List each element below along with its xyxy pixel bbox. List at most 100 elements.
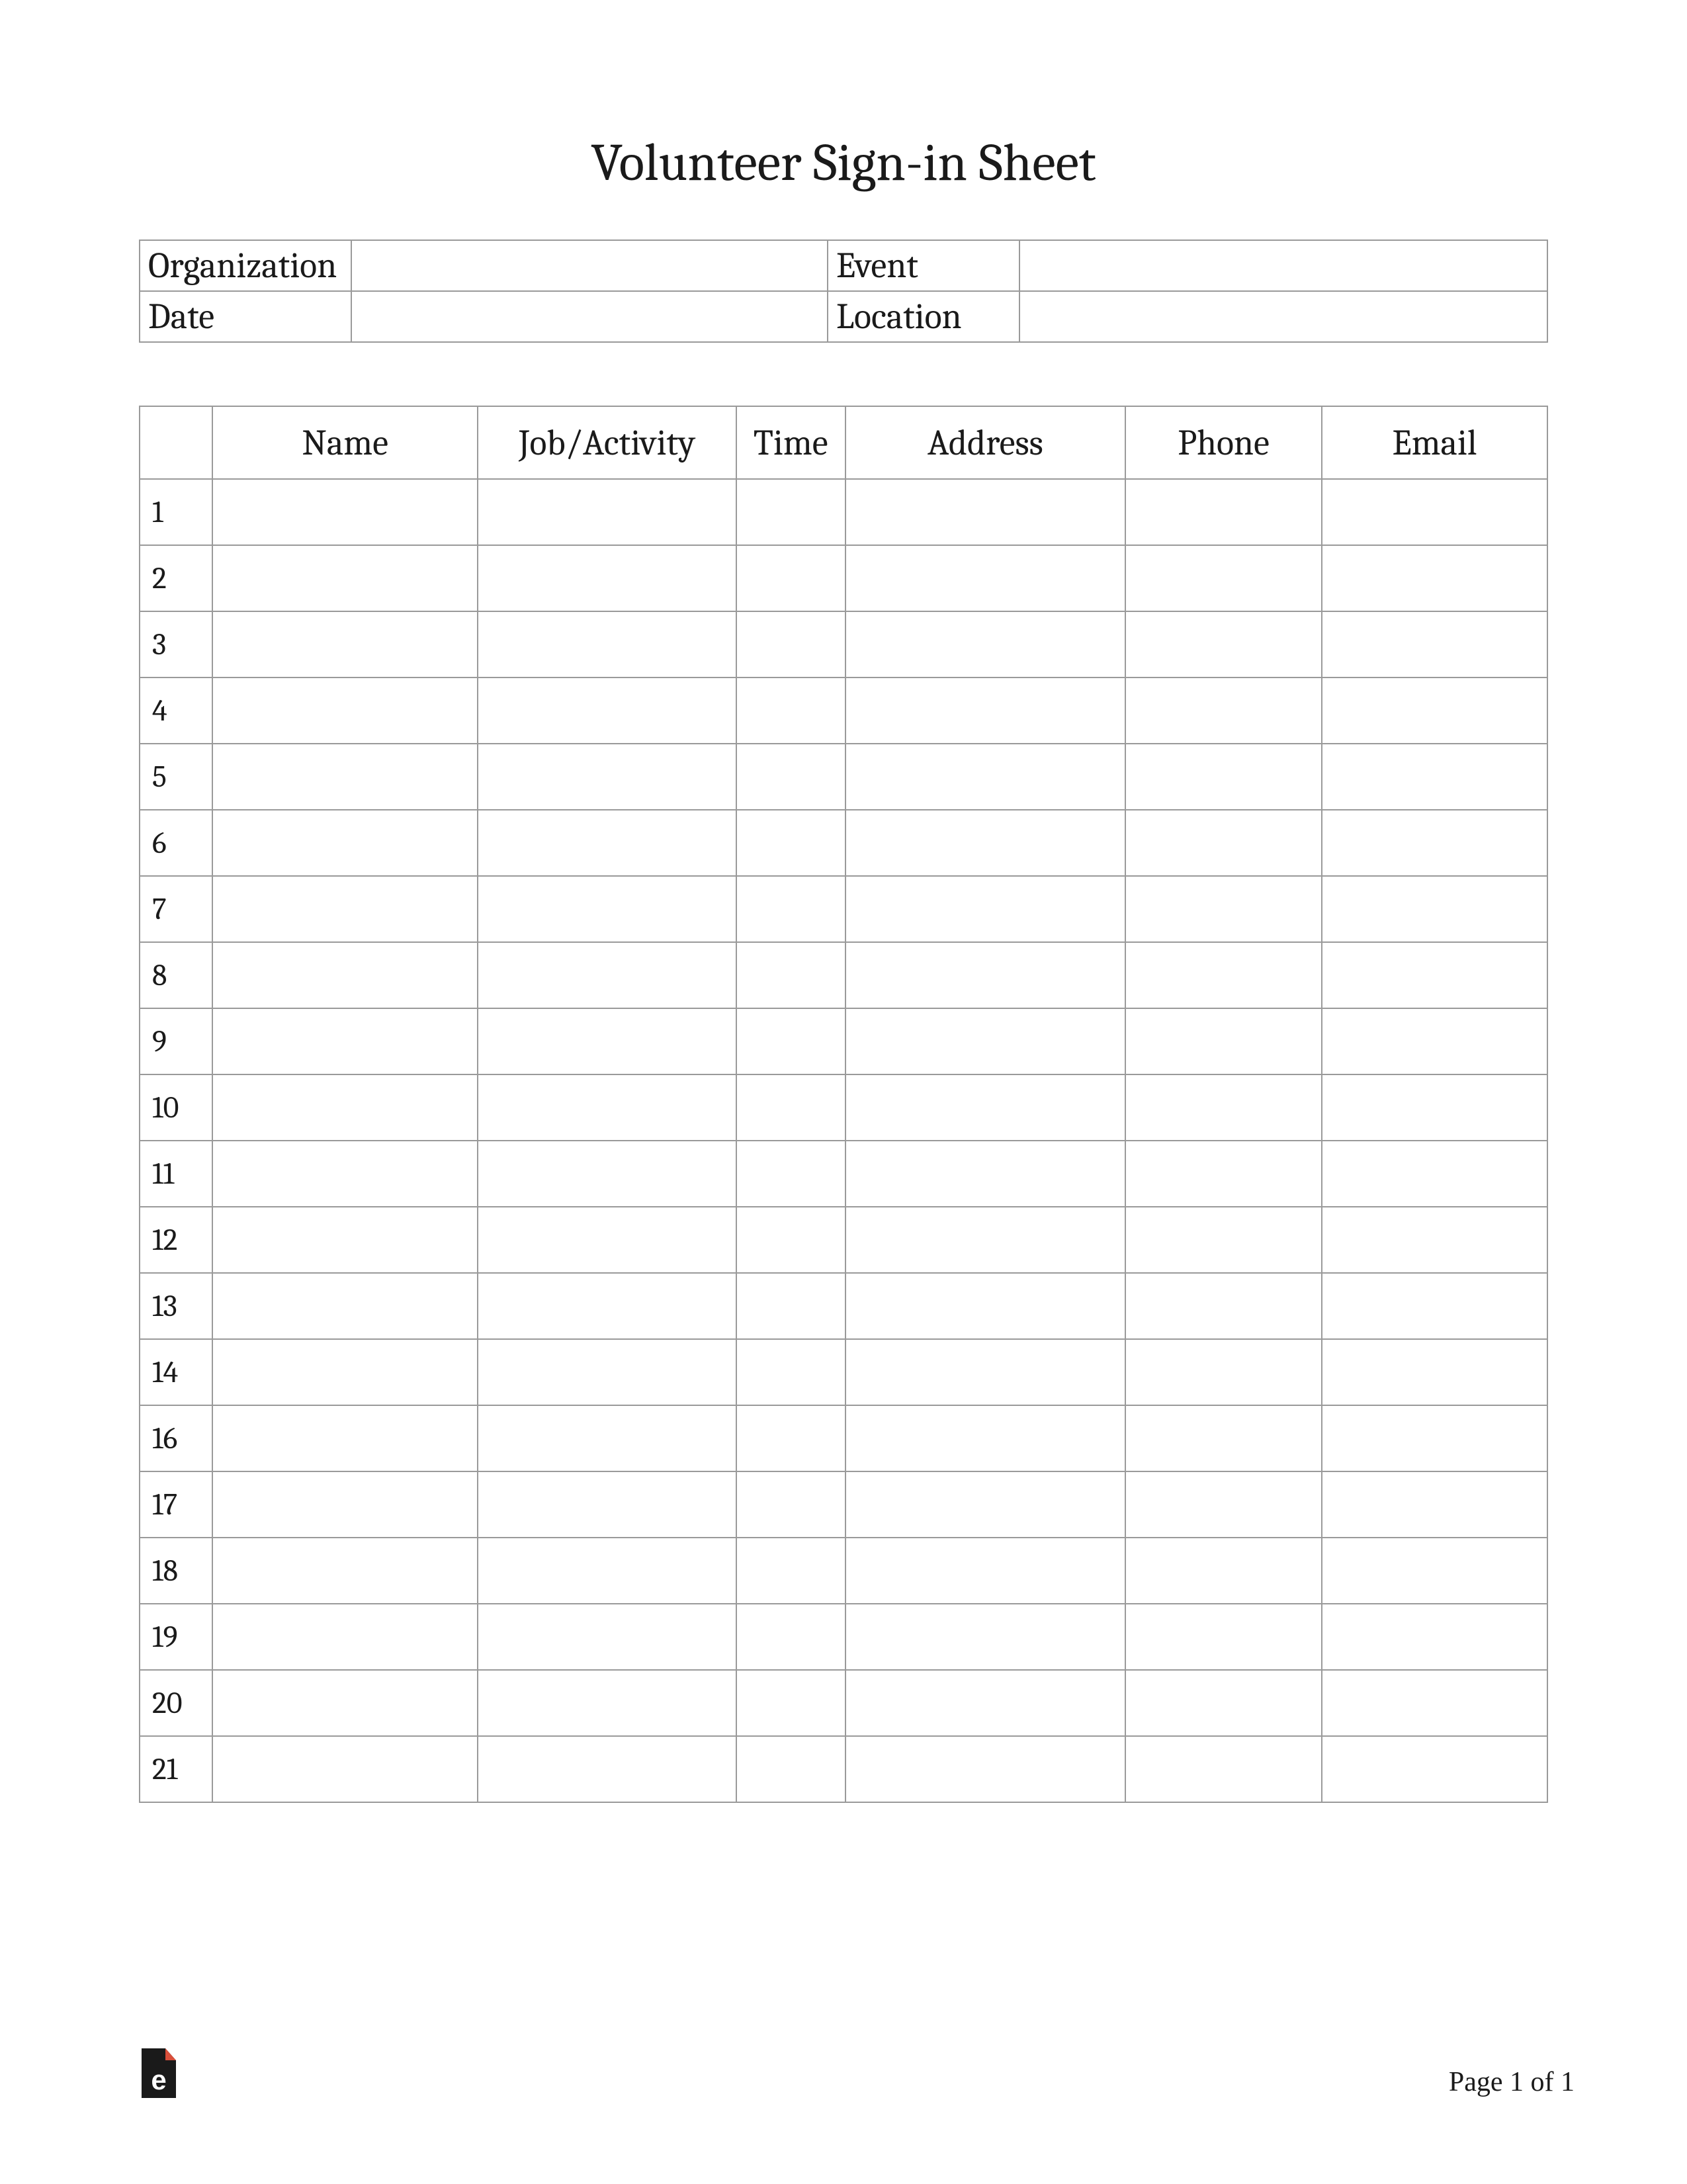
signin-cell[interactable]	[1125, 1538, 1322, 1604]
signin-cell[interactable]	[478, 1141, 736, 1207]
signin-cell[interactable]	[1322, 1471, 1547, 1538]
signin-cell[interactable]	[478, 545, 736, 611]
signin-cell[interactable]	[212, 1604, 478, 1670]
signin-cell[interactable]	[1322, 1273, 1547, 1339]
signin-cell[interactable]	[212, 810, 478, 876]
signin-cell[interactable]	[845, 1405, 1125, 1471]
signin-cell[interactable]	[845, 611, 1125, 677]
signin-cell[interactable]	[478, 942, 736, 1008]
organization-input[interactable]	[351, 240, 828, 291]
signin-cell[interactable]	[478, 1405, 736, 1471]
signin-cell[interactable]	[736, 1074, 845, 1141]
signin-cell[interactable]	[845, 1141, 1125, 1207]
signin-cell[interactable]	[212, 479, 478, 545]
signin-cell[interactable]	[736, 1471, 845, 1538]
signin-cell[interactable]	[736, 942, 845, 1008]
signin-cell[interactable]	[478, 1604, 736, 1670]
signin-cell[interactable]	[845, 810, 1125, 876]
signin-cell[interactable]	[1125, 1405, 1322, 1471]
signin-cell[interactable]	[845, 545, 1125, 611]
signin-cell[interactable]	[1125, 1339, 1322, 1405]
signin-cell[interactable]	[1125, 1008, 1322, 1074]
signin-cell[interactable]	[1125, 1273, 1322, 1339]
signin-cell[interactable]	[478, 611, 736, 677]
signin-cell[interactable]	[212, 1736, 478, 1802]
signin-cell[interactable]	[1322, 744, 1547, 810]
signin-cell[interactable]	[1322, 876, 1547, 942]
signin-cell[interactable]	[1322, 1405, 1547, 1471]
signin-cell[interactable]	[736, 1538, 845, 1604]
signin-cell[interactable]	[845, 744, 1125, 810]
signin-cell[interactable]	[212, 545, 478, 611]
signin-cell[interactable]	[212, 876, 478, 942]
signin-cell[interactable]	[212, 677, 478, 744]
signin-cell[interactable]	[736, 744, 845, 810]
signin-cell[interactable]	[478, 1670, 736, 1736]
signin-cell[interactable]	[478, 1339, 736, 1405]
signin-cell[interactable]	[1125, 479, 1322, 545]
signin-cell[interactable]	[845, 1207, 1125, 1273]
signin-cell[interactable]	[478, 1471, 736, 1538]
signin-cell[interactable]	[1322, 810, 1547, 876]
signin-cell[interactable]	[478, 1207, 736, 1273]
signin-cell[interactable]	[478, 1736, 736, 1802]
signin-cell[interactable]	[212, 1538, 478, 1604]
signin-cell[interactable]	[478, 810, 736, 876]
signin-cell[interactable]	[736, 810, 845, 876]
signin-cell[interactable]	[845, 677, 1125, 744]
signin-cell[interactable]	[1322, 1207, 1547, 1273]
signin-cell[interactable]	[212, 1670, 478, 1736]
signin-cell[interactable]	[1125, 744, 1322, 810]
signin-cell[interactable]	[212, 1339, 478, 1405]
signin-cell[interactable]	[736, 1405, 845, 1471]
signin-cell[interactable]	[736, 545, 845, 611]
signin-cell[interactable]	[1125, 1141, 1322, 1207]
signin-cell[interactable]	[845, 1074, 1125, 1141]
date-input[interactable]	[351, 291, 828, 342]
signin-cell[interactable]	[1322, 677, 1547, 744]
event-input[interactable]	[1019, 240, 1547, 291]
signin-cell[interactable]	[1125, 1074, 1322, 1141]
signin-cell[interactable]	[1322, 545, 1547, 611]
signin-cell[interactable]	[845, 1471, 1125, 1538]
signin-cell[interactable]	[1125, 876, 1322, 942]
signin-cell[interactable]	[212, 1273, 478, 1339]
signin-cell[interactable]	[1125, 1471, 1322, 1538]
signin-cell[interactable]	[1322, 1008, 1547, 1074]
signin-cell[interactable]	[1322, 1670, 1547, 1736]
signin-cell[interactable]	[1125, 1207, 1322, 1273]
signin-cell[interactable]	[1125, 810, 1322, 876]
signin-cell[interactable]	[212, 611, 478, 677]
signin-cell[interactable]	[736, 479, 845, 545]
signin-cell[interactable]	[478, 744, 736, 810]
signin-cell[interactable]	[1322, 611, 1547, 677]
signin-cell[interactable]	[845, 1604, 1125, 1670]
signin-cell[interactable]	[736, 1604, 845, 1670]
signin-cell[interactable]	[736, 1273, 845, 1339]
signin-cell[interactable]	[1125, 942, 1322, 1008]
signin-cell[interactable]	[1125, 1604, 1322, 1670]
signin-cell[interactable]	[845, 1008, 1125, 1074]
signin-cell[interactable]	[1125, 545, 1322, 611]
signin-cell[interactable]	[736, 1736, 845, 1802]
signin-cell[interactable]	[736, 1207, 845, 1273]
location-input[interactable]	[1019, 291, 1547, 342]
signin-cell[interactable]	[1322, 1538, 1547, 1604]
signin-cell[interactable]	[845, 942, 1125, 1008]
signin-cell[interactable]	[1125, 1736, 1322, 1802]
signin-cell[interactable]	[478, 677, 736, 744]
signin-cell[interactable]	[1322, 1604, 1547, 1670]
signin-cell[interactable]	[736, 1339, 845, 1405]
signin-cell[interactable]	[478, 1538, 736, 1604]
signin-cell[interactable]	[212, 1207, 478, 1273]
signin-cell[interactable]	[1322, 1141, 1547, 1207]
signin-cell[interactable]	[845, 1273, 1125, 1339]
signin-cell[interactable]	[478, 1273, 736, 1339]
signin-cell[interactable]	[845, 1736, 1125, 1802]
signin-cell[interactable]	[736, 611, 845, 677]
signin-cell[interactable]	[736, 1670, 845, 1736]
signin-cell[interactable]	[212, 1405, 478, 1471]
signin-cell[interactable]	[736, 1008, 845, 1074]
signin-cell[interactable]	[212, 942, 478, 1008]
signin-cell[interactable]	[212, 1074, 478, 1141]
